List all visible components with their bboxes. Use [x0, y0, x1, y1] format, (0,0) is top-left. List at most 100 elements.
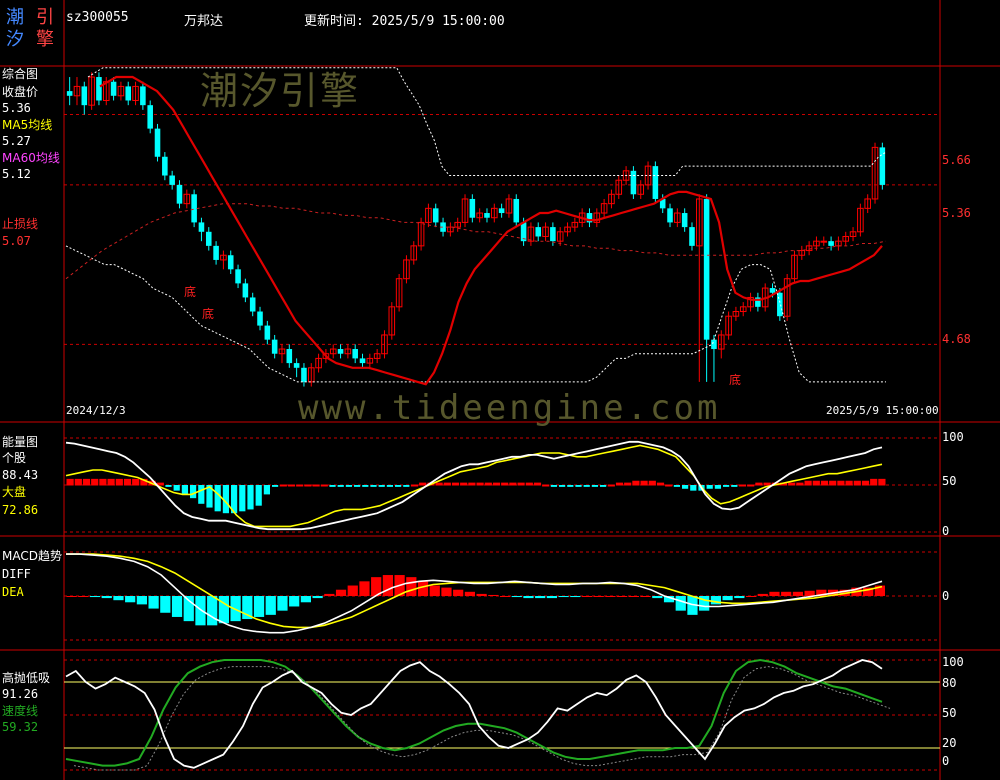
energy-bar: [509, 482, 517, 486]
macd-bar: [605, 596, 616, 597]
energy-bar: [378, 485, 385, 487]
candle-body: [213, 245, 219, 260]
ytick-osc-0: 0: [942, 754, 950, 768]
energy-bar: [837, 480, 845, 486]
energy-bar: [796, 482, 804, 486]
candle-body: [191, 194, 197, 223]
ytick-main-1: 5.36: [942, 206, 971, 220]
energy-bar: [156, 482, 164, 486]
energy-bar: [731, 485, 738, 487]
macd-bar: [347, 585, 358, 596]
energy-bar: [312, 484, 320, 487]
candle-body: [169, 175, 175, 185]
macd-bar: [265, 596, 276, 615]
energy-bar: [395, 485, 402, 487]
ytick-macd-0: 0: [942, 589, 950, 603]
ytick-main-2: 4.68: [942, 332, 971, 346]
candle-body: [667, 208, 673, 223]
energy-bar: [648, 480, 656, 486]
macd-bar: [207, 596, 218, 626]
energy-bar: [296, 484, 304, 487]
candle-body: [828, 241, 834, 246]
energy-bar: [337, 485, 344, 487]
energy-bar: [345, 485, 352, 487]
energy-bar: [468, 482, 476, 486]
macd-bar: [722, 596, 733, 601]
candle-body: [147, 105, 153, 129]
energy-bar: [419, 482, 427, 486]
close-value: 5.36: [2, 101, 31, 115]
macd-bar: [289, 596, 300, 607]
energy-bar: [804, 480, 812, 486]
candle-body: [550, 227, 556, 242]
energy-bar: [181, 485, 188, 495]
energy-bar: [91, 478, 99, 486]
macd-bar: [617, 596, 628, 597]
macd-bar: [335, 589, 347, 596]
macd-bar: [593, 596, 604, 597]
candle-body: [337, 349, 344, 354]
candle-body: [359, 358, 366, 364]
macd-bar: [499, 596, 511, 597]
energy-bar: [501, 482, 509, 486]
energy-bar: [656, 482, 665, 486]
energy-bar: [747, 484, 755, 487]
candle-body: [242, 283, 249, 298]
macd-bar: [734, 596, 745, 599]
macd-bar: [546, 596, 557, 599]
watermark-center: www.tideengine.com: [298, 388, 721, 428]
candle-body: [257, 311, 263, 326]
macd-bar: [382, 575, 393, 596]
candle-body: [293, 363, 300, 368]
candle-body: [703, 198, 710, 340]
energy-bar: [476, 482, 484, 486]
energy-bar: [878, 478, 886, 486]
energy-market-value: 72.86: [2, 503, 39, 517]
macd-bar: [417, 581, 429, 596]
energy-bar: [607, 484, 615, 487]
candle-body: [769, 288, 776, 293]
ma5-value: 5.27: [2, 134, 31, 148]
macd-bar: [148, 596, 159, 609]
energy-bar: [460, 482, 468, 486]
candle-body: [96, 77, 102, 101]
macd-bar: [324, 593, 335, 596]
energy-bar: [239, 485, 246, 512]
energy-bar: [714, 485, 721, 489]
ytick-main-0: 5.66: [942, 153, 971, 167]
energy-stock-label: 个股: [2, 451, 27, 465]
energy-bar: [673, 485, 680, 487]
energy-bar: [198, 485, 205, 504]
candle-body: [176, 184, 183, 204]
energy-bar: [272, 485, 279, 487]
energy-bar: [682, 485, 689, 489]
macd-bar: [89, 596, 101, 598]
macd-bar: [745, 596, 757, 597]
candle-body: [110, 81, 117, 96]
macd-bar: [640, 596, 651, 597]
energy-bar: [853, 480, 861, 486]
energy-bar: [567, 485, 574, 487]
energy-bar: [165, 485, 172, 487]
osc-main-line: [65, 659, 883, 769]
macd-bar: [476, 593, 487, 596]
macd-bar: [804, 590, 815, 596]
candle-body: [711, 339, 717, 350]
macd-bar: [160, 596, 171, 613]
macd-bar: [359, 581, 370, 596]
macd-title: MACD趋势: [2, 549, 62, 563]
energy-bar: [690, 485, 697, 491]
macd-bar: [406, 577, 417, 596]
macd-dea-label: DEA: [2, 585, 24, 599]
candle-body: [352, 349, 358, 359]
energy-bar: [435, 482, 443, 486]
energy-bar: [107, 478, 115, 486]
energy-bar: [403, 485, 410, 487]
candle-body: [301, 367, 307, 382]
energy-bar: [279, 484, 287, 487]
energy-bar: [443, 482, 451, 486]
energy-bar: [829, 480, 837, 486]
energy-bar: [600, 485, 607, 487]
logo-char-2: 引: [36, 7, 54, 28]
macd-bar: [312, 596, 323, 599]
